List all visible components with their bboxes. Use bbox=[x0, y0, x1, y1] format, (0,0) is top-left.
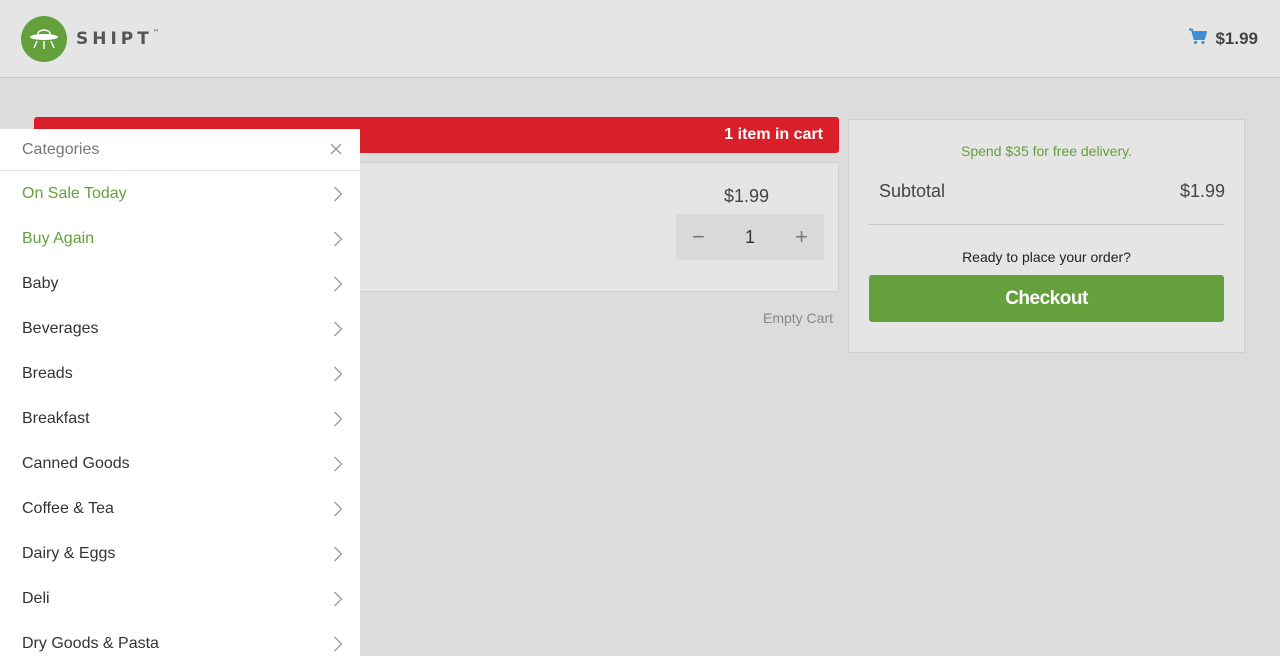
category-label: Breads bbox=[22, 365, 73, 382]
category-label: Deli bbox=[22, 590, 50, 607]
decrement-button[interactable]: − bbox=[692, 226, 705, 248]
free-delivery-message: Spend $35 for free delivery. bbox=[961, 143, 1132, 159]
chevron-right-icon bbox=[333, 275, 343, 293]
category-label: Coffee & Tea bbox=[22, 500, 114, 517]
chevron-right-icon bbox=[333, 590, 343, 608]
category-label: Canned Goods bbox=[22, 455, 130, 472]
increment-button[interactable]: + bbox=[795, 226, 808, 248]
chevron-right-icon bbox=[333, 185, 343, 203]
subtotal-label: Subtotal bbox=[879, 181, 946, 201]
quantity-value: 1 bbox=[744, 226, 755, 247]
chevron-right-icon bbox=[333, 320, 343, 338]
empty-cart-link[interactable]: Empty Cart bbox=[763, 310, 833, 326]
drawer-title: Categories bbox=[22, 141, 100, 158]
cart-item-count: 1 item in cart bbox=[724, 126, 823, 143]
category-item-on-sale-today[interactable]: On Sale Today bbox=[0, 171, 360, 216]
category-label: Dairy & Eggs bbox=[22, 545, 116, 562]
top-header: SHIPT™ $1.99 bbox=[0, 0, 1280, 78]
category-item-baby[interactable]: Baby bbox=[0, 261, 360, 306]
category-item-coffee-tea[interactable]: Coffee & Tea bbox=[0, 486, 360, 531]
chevron-right-icon bbox=[333, 635, 343, 653]
quantity-stepper: − 1 + bbox=[676, 214, 824, 260]
brand-name: SHIPT™ bbox=[76, 29, 159, 49]
summary-divider bbox=[869, 224, 1224, 225]
shipt-logo[interactable]: SHIPT™ bbox=[21, 16, 159, 62]
category-label: Dry Goods & Pasta bbox=[22, 635, 159, 652]
chevron-right-icon bbox=[333, 500, 343, 518]
categories-drawer: Categories On Sale Today Buy Again Baby bbox=[0, 129, 360, 656]
category-list: On Sale Today Buy Again Baby Beverages B bbox=[0, 171, 360, 656]
chevron-right-icon bbox=[333, 365, 343, 383]
chevron-right-icon bbox=[333, 545, 343, 563]
header-cart-total: $1.99 bbox=[1215, 29, 1258, 48]
category-label: Beverages bbox=[22, 320, 99, 337]
category-item-beverages[interactable]: Beverages bbox=[0, 306, 360, 351]
category-item-deli[interactable]: Deli bbox=[0, 576, 360, 621]
shopping-cart-icon bbox=[1188, 28, 1208, 50]
category-label: Breakfast bbox=[22, 410, 90, 427]
category-label: Buy Again bbox=[22, 230, 95, 247]
category-item-breads[interactable]: Breads bbox=[0, 351, 360, 396]
subtotal-value: $1.99 bbox=[1179, 181, 1225, 201]
drawer-header: Categories bbox=[0, 129, 360, 171]
ready-to-order-text: Ready to place your order? bbox=[962, 249, 1131, 265]
category-item-dry-goods-pasta[interactable]: Dry Goods & Pasta bbox=[0, 621, 360, 656]
chevron-right-icon bbox=[333, 230, 343, 248]
order-summary: Spend $35 for free delivery. Subtotal $1… bbox=[848, 119, 1245, 353]
category-label: Baby bbox=[22, 275, 59, 292]
category-label: On Sale Today bbox=[22, 185, 127, 202]
category-item-canned-goods[interactable]: Canned Goods bbox=[0, 441, 360, 486]
ufo-logo-icon bbox=[21, 16, 67, 62]
checkout-button[interactable]: Checkout bbox=[869, 275, 1224, 322]
category-item-buy-again[interactable]: Buy Again bbox=[0, 216, 360, 261]
chevron-right-icon bbox=[333, 410, 343, 428]
category-item-dairy-eggs[interactable]: Dairy & Eggs bbox=[0, 531, 360, 576]
close-icon[interactable] bbox=[329, 142, 343, 156]
header-cart-button[interactable]: $1.99 bbox=[1188, 27, 1258, 51]
category-item-breakfast[interactable]: Breakfast bbox=[0, 396, 360, 441]
item-price: $1.99 bbox=[724, 186, 770, 206]
chevron-right-icon bbox=[333, 455, 343, 473]
